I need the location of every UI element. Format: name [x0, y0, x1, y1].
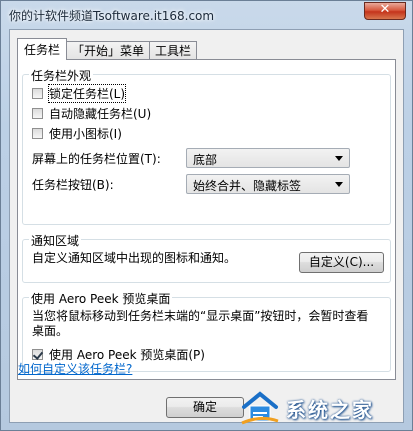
watermark: 系统之家 [240, 387, 410, 429]
taskbar-position-value: 底部 [193, 153, 218, 167]
chevron-down-icon [335, 182, 343, 187]
aero-peek-checkbox[interactable] [32, 348, 43, 360]
taskbar-position-select[interactable]: 底部 [186, 148, 350, 168]
notification-group-label: 通知区域 [29, 232, 82, 249]
taskbar-tab-panel: 任务栏外观 锁定任务栏(L) 自动隐藏任务栏(U) 使用小图标(I) 屏幕上的任… [17, 59, 396, 380]
taskbar-properties-window: 你的计软件频道Tsoftware.it168.com ✕ 任务栏 「开始」菜单 … [0, 0, 413, 431]
notification-description: 自定义通知区域中出现的图标和通知。 [32, 251, 237, 265]
dialog-client: 任务栏 「开始」菜单 工具栏 任务栏外观 锁定任务栏(L) 自动隐藏任务栏(U)… [9, 29, 404, 423]
auto-hide-checkbox[interactable] [32, 107, 43, 119]
appearance-group-label: 任务栏外观 [29, 67, 94, 84]
aero-peek-group-label: 使用 Aero Peek 预览桌面 [29, 290, 173, 307]
tab-toolbars[interactable]: 工具栏 [149, 41, 198, 60]
help-link[interactable]: 如何自定义该任务栏? [18, 360, 132, 377]
ok-button[interactable]: 确定 [166, 397, 244, 418]
appearance-group: 任务栏外观 锁定任务栏(L) 自动隐藏任务栏(U) 使用小图标(I) 屏幕上的任… [22, 67, 391, 225]
lock-taskbar-checkbox-row[interactable]: 锁定任务栏(L) [32, 83, 127, 103]
position-label: 屏幕上的任务栏位置(T): [32, 152, 161, 166]
tab-start-menu[interactable]: 「开始」菜单 [66, 41, 151, 60]
taskbar-buttons-value: 始终合并、隐藏标签 [193, 179, 302, 193]
notification-area-group: 通知区域 自定义通知区域中出现的图标和通知。 自定义(C)... [22, 232, 391, 283]
auto-hide-label: 自动隐藏任务栏(U) [49, 106, 152, 121]
lock-taskbar-checkbox[interactable] [32, 87, 43, 99]
chevron-down-icon [335, 156, 343, 161]
small-icons-checkbox-row[interactable]: 使用小图标(I) [32, 125, 122, 141]
tab-strip: 任务栏 「开始」菜单 工具栏 [17, 38, 198, 60]
taskbar-buttons-select[interactable]: 始终合并、隐藏标签 [186, 174, 350, 194]
lock-taskbar-label: 锁定任务栏(L) [47, 83, 127, 103]
close-icon: ✕ [379, 2, 391, 17]
customize-button[interactable]: 自定义(C)... [299, 252, 384, 273]
aero-peek-description: 当您将鼠标移动到任务栏末端的“显示桌面”按钮时，会暂时查看桌面。 [32, 309, 369, 338]
house-logo-icon [240, 391, 280, 425]
small-icons-checkbox[interactable] [32, 127, 43, 139]
small-icons-label: 使用小图标(I) [49, 126, 122, 141]
auto-hide-checkbox-row[interactable]: 自动隐藏任务栏(U) [32, 105, 151, 121]
buttons-label: 任务栏按钮(B): [32, 178, 114, 192]
window-title: 你的计软件频道Tsoftware.it168.com [9, 9, 215, 23]
title-bar[interactable]: 你的计软件频道Tsoftware.it168.com ✕ [1, 1, 412, 29]
close-button[interactable]: ✕ [364, 2, 406, 20]
watermark-text: 系统之家 [286, 397, 374, 422]
tab-taskbar[interactable]: 任务栏 [17, 38, 68, 60]
